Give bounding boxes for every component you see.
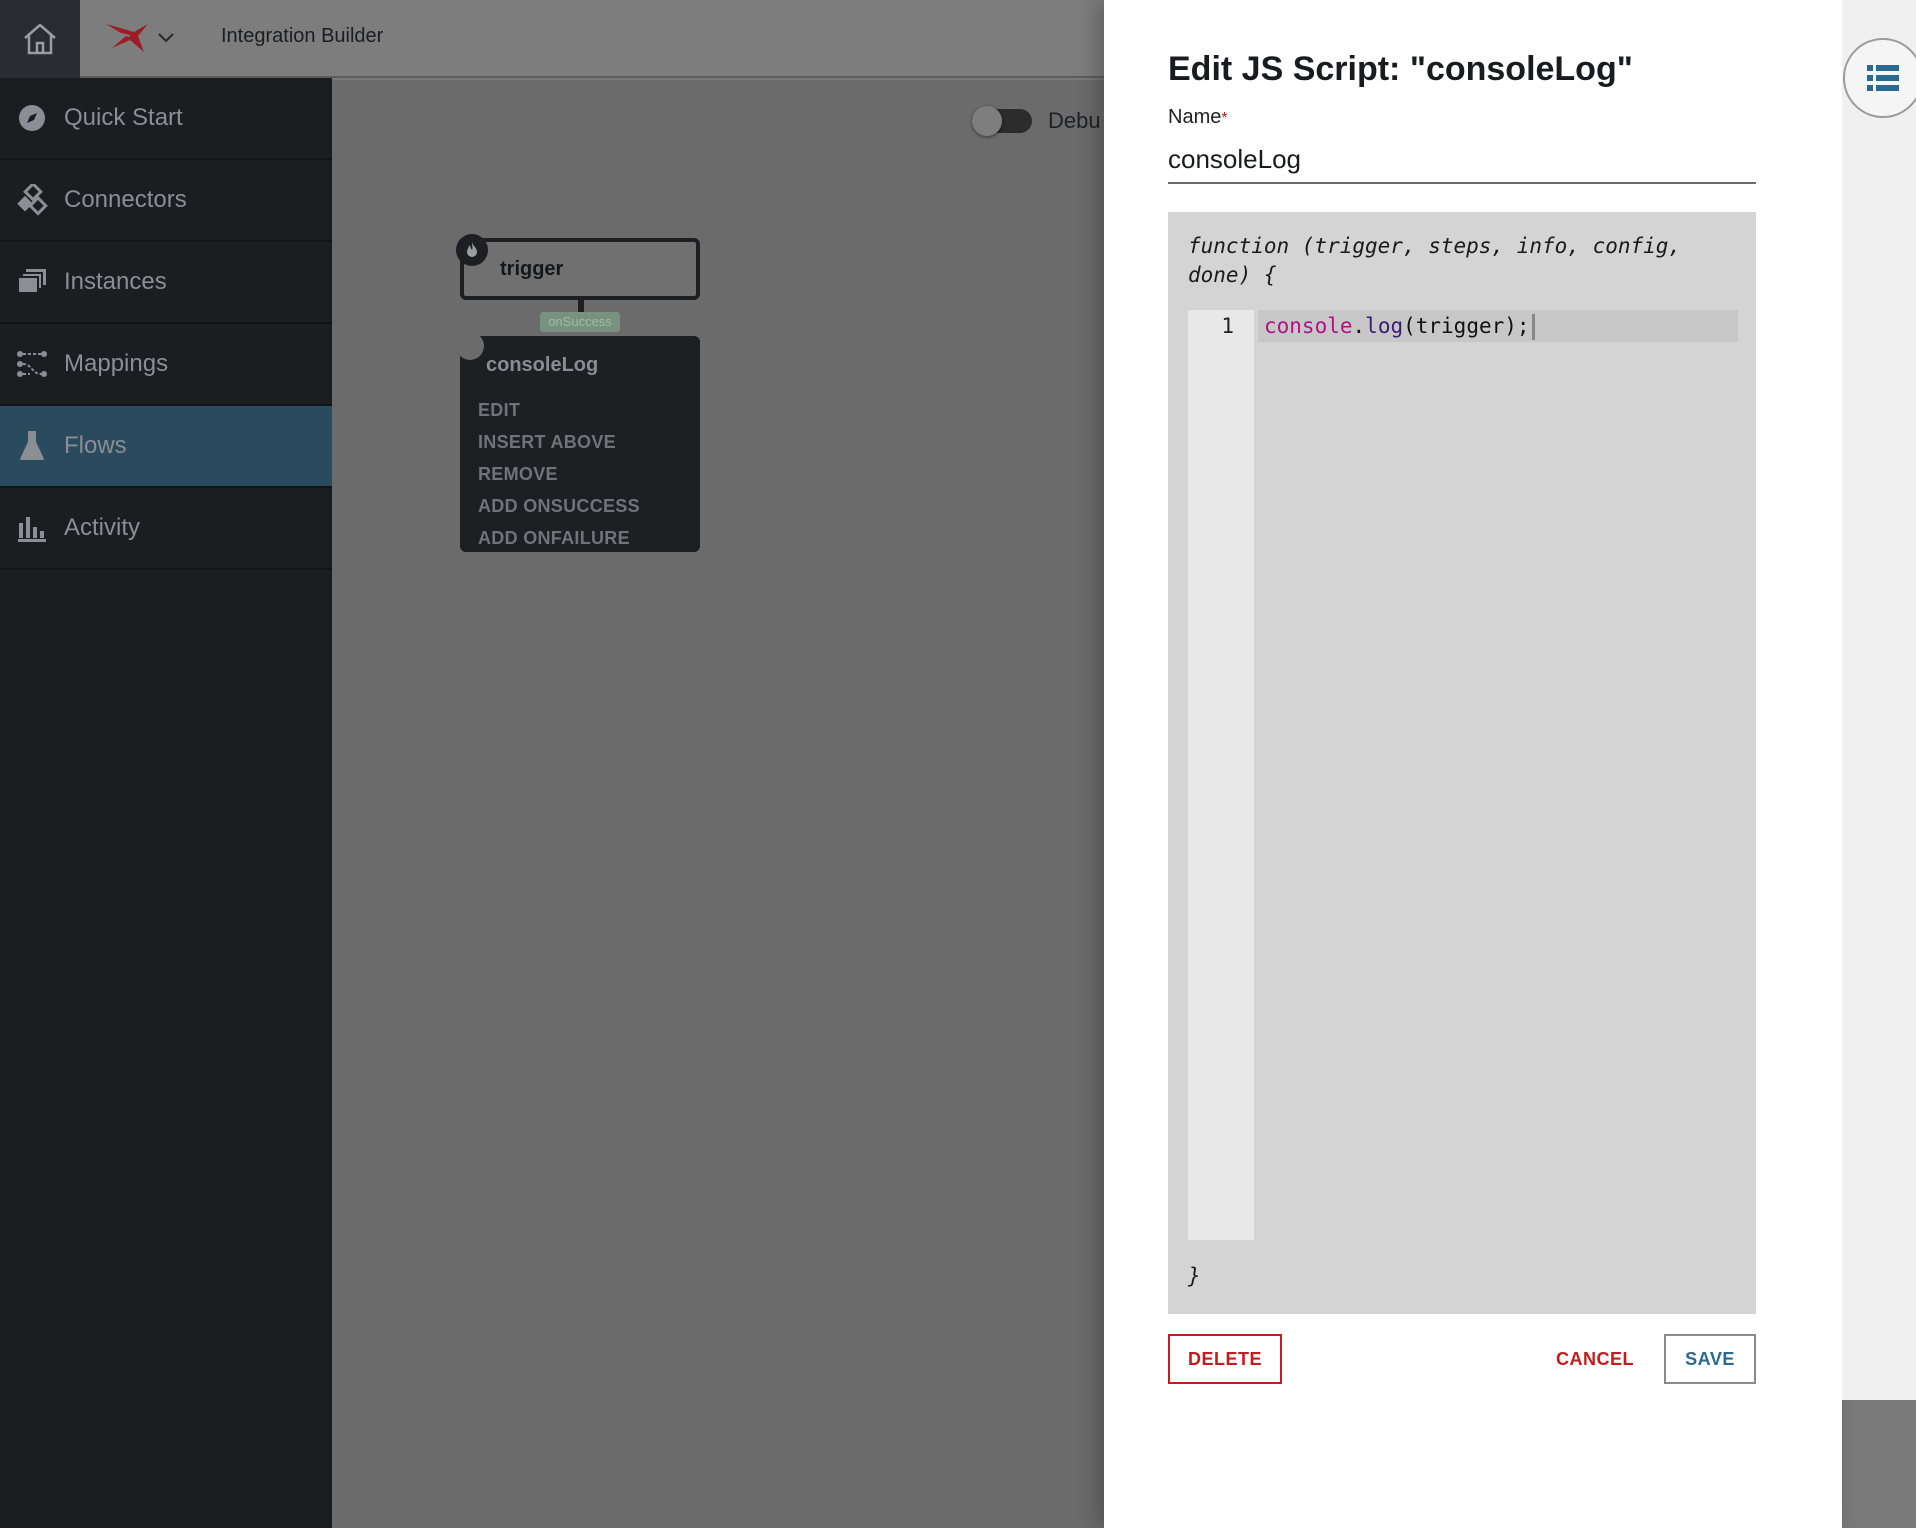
token-method: log — [1365, 314, 1404, 338]
menu-item-add-onfailure[interactable]: ADD ONFAILURE — [478, 522, 640, 554]
menu-item-remove[interactable]: REMOVE — [478, 458, 640, 490]
layers-icon — [16, 266, 48, 298]
list-icon — [1867, 65, 1899, 91]
connectors-icon — [16, 184, 48, 216]
brand-logo-icon — [106, 24, 148, 52]
code-area[interactable]: 1 console.log(trigger); — [1188, 310, 1738, 1240]
sidebar-item-mappings[interactable]: Mappings — [0, 324, 332, 406]
token-object: console — [1264, 314, 1353, 338]
sidebar-item-flows[interactable]: Flows — [0, 406, 332, 488]
right-rail — [1842, 0, 1916, 1400]
sidebar-item-label: Activity — [64, 514, 141, 541]
flow-canvas: Debu trigger onSuccess consoleLog EDIT I… — [332, 80, 1104, 1528]
sidebar-item-quick-start[interactable]: Quick Start — [0, 78, 332, 160]
token-dot: . — [1352, 314, 1366, 338]
edit-script-panel: Edit JS Script: "consoleLog" Name* funct… — [1104, 0, 1842, 1528]
on-success-tag[interactable]: onSuccess — [540, 312, 620, 332]
sidebar-item-activity[interactable]: Activity — [0, 488, 332, 570]
sidebar-item-label: Instances — [64, 268, 167, 295]
home-icon — [24, 23, 56, 55]
toggle-knob[interactable] — [972, 106, 1002, 136]
line-gutter — [1188, 310, 1254, 1240]
script-node-label: consoleLog — [486, 354, 599, 376]
name-label: Name* — [1168, 106, 1228, 129]
flask-icon — [16, 430, 48, 462]
save-button[interactable]: SAVE — [1664, 1334, 1756, 1384]
line-number: 1 — [1221, 314, 1234, 338]
list-view-button[interactable] — [1843, 38, 1916, 118]
code-editor: function (trigger, steps, info, config, … — [1168, 212, 1756, 1314]
toggle-track[interactable] — [972, 106, 1032, 136]
name-label-text: Name — [1168, 106, 1222, 128]
name-input[interactable] — [1168, 136, 1756, 184]
app-title: Integration Builder — [221, 25, 384, 47]
script-node[interactable]: consoleLog EDIT INSERT ABOVE REMOVE ADD … — [456, 332, 700, 554]
line-code[interactable]: console.log(trigger); — [1258, 310, 1738, 342]
function-signature: function (trigger, steps, info, config, … — [1188, 234, 1682, 287]
node-context-menu: EDIT INSERT ABOVE REMOVE ADD ONSUCCESS A… — [478, 394, 640, 554]
bar-chart-icon — [16, 512, 48, 544]
menu-item-edit[interactable]: EDIT — [478, 394, 640, 426]
cancel-button[interactable]: CANCEL — [1540, 1334, 1650, 1384]
required-mark: * — [1221, 110, 1228, 127]
debug-toggle[interactable]: Debu — [972, 106, 1101, 136]
brand-menu[interactable] — [104, 16, 178, 60]
text-cursor — [1531, 314, 1535, 340]
sidebar-item-instances[interactable]: Instances — [0, 242, 332, 324]
token-rest: (trigger); — [1403, 314, 1530, 338]
sidebar-item-label: Quick Start — [64, 104, 183, 131]
top-bar: Integration Builder — [0, 0, 1104, 78]
sidebar-item-connectors[interactable]: Connectors — [0, 160, 332, 242]
sidebar-item-label: Mappings — [64, 350, 169, 377]
trigger-node[interactable]: trigger — [456, 234, 700, 300]
menu-item-add-onsuccess[interactable]: ADD ONSUCCESS — [478, 490, 640, 522]
debug-label: Debu — [1048, 108, 1101, 133]
compass-icon — [16, 102, 48, 134]
trigger-node-label: trigger — [500, 258, 564, 280]
code-line[interactable]: 1 console.log(trigger); — [1188, 310, 1738, 342]
mappings-icon — [16, 348, 48, 380]
sidebar-item-label: Flows — [64, 432, 127, 459]
delete-button[interactable]: DELETE — [1168, 1334, 1282, 1384]
sidebar: Quick Start Connectors Instances Mapping… — [0, 78, 332, 1528]
sidebar-item-label: Connectors — [64, 186, 187, 213]
flame-icon — [456, 234, 488, 266]
menu-item-insert-above[interactable]: INSERT ABOVE — [478, 426, 640, 458]
function-close: } — [1188, 1264, 1201, 1288]
chevron-down-icon — [158, 33, 174, 43]
panel-title: Edit JS Script: "consoleLog" — [1168, 50, 1633, 88]
script-node-dot — [456, 332, 484, 360]
home-button[interactable] — [0, 0, 80, 78]
